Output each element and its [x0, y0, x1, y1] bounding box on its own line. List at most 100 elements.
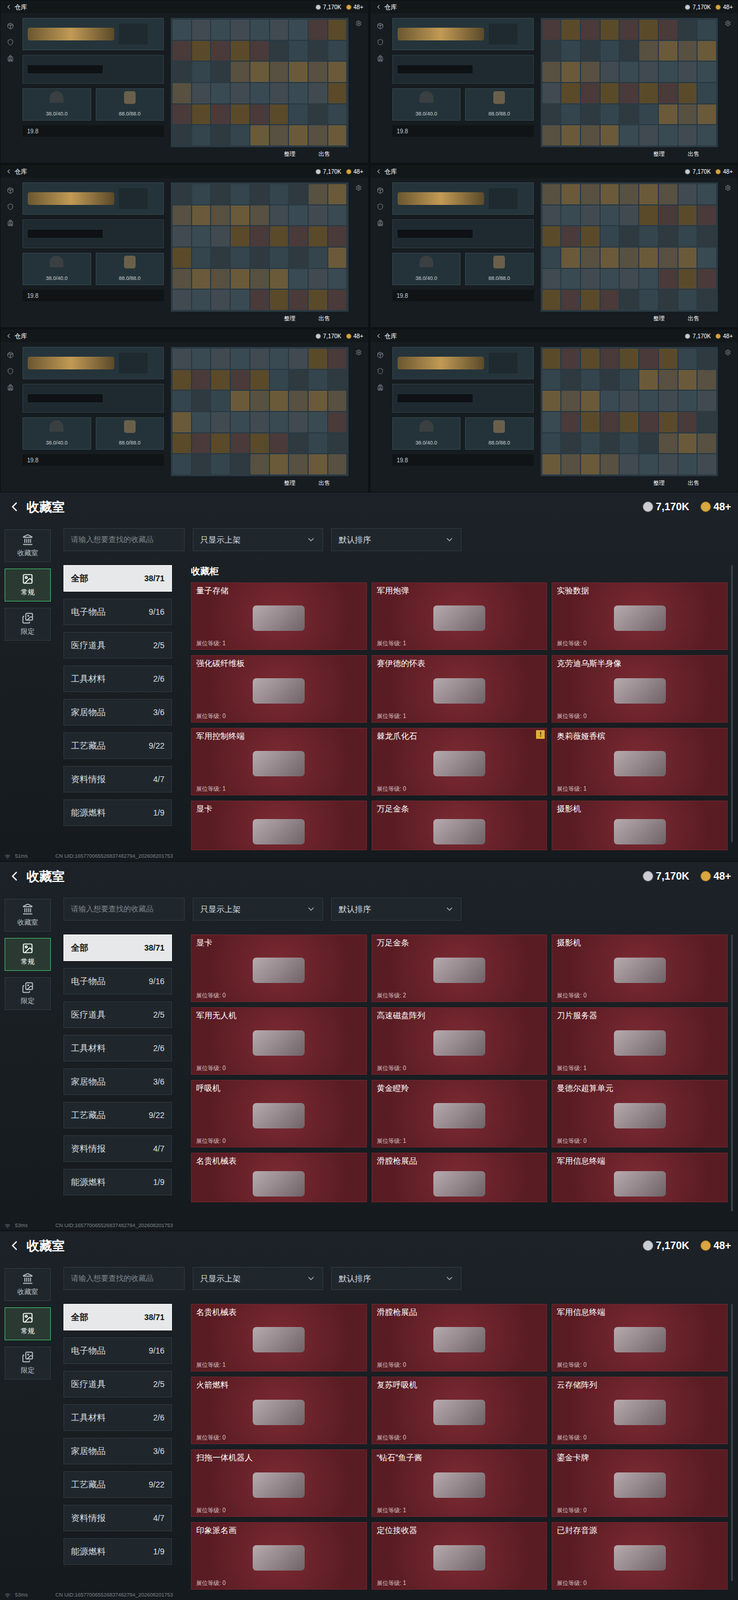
settings-icon[interactable]	[355, 349, 362, 356]
category-item[interactable]: 能源燃料1/9	[63, 1537, 172, 1565]
back-icon[interactable]	[375, 167, 382, 175]
collection-card[interactable]: 军用炮弹展位等级: 1	[371, 582, 548, 650]
settings-icon[interactable]	[724, 20, 732, 27]
category-item[interactable]: 工具材料2/6	[63, 1403, 172, 1431]
collection-card[interactable]: 刀片服务器展位等级: 1	[551, 1006, 728, 1075]
filter-dropdown[interactable]: 只显示上架	[192, 527, 324, 552]
backpack-icon[interactable]	[6, 54, 14, 62]
search-field[interactable]: 请输入想要查找的收藏品	[63, 527, 185, 552]
category-item[interactable]: 资料情报4/7	[63, 1134, 172, 1162]
side-nav-item[interactable]: 限定	[4, 607, 51, 641]
back-icon[interactable]	[375, 332, 382, 340]
collection-card[interactable]: 滑膛枪展品展位等级: 0	[371, 1303, 548, 1371]
side-nav-item[interactable]: 收藏室	[4, 1267, 51, 1301]
category-item[interactable]: 家居物品3/6	[63, 1068, 172, 1095]
category-item[interactable]: 全部38/71	[63, 934, 172, 961]
warehouse-button[interactable]: 出售	[683, 149, 704, 159]
collection-card[interactable]: 已封存音源展位等级: 0	[551, 1521, 728, 1590]
back-icon[interactable]	[375, 3, 382, 11]
warehouse-button[interactable]: 出售	[683, 313, 704, 323]
shield-icon[interactable]	[6, 203, 14, 211]
search-field[interactable]: 请输入想要查找的收藏品	[63, 1266, 185, 1290]
settings-icon[interactable]	[355, 20, 362, 27]
package-icon[interactable]	[6, 22, 14, 30]
filter-dropdown[interactable]: 默认排序	[331, 527, 462, 552]
back-icon[interactable]	[6, 499, 22, 515]
category-item[interactable]: 能源燃料1/9	[63, 1168, 172, 1195]
warehouse-button[interactable]: 整理	[648, 149, 670, 159]
category-item[interactable]: 电子物品9/16	[63, 967, 172, 995]
collection-card[interactable]: 摄影机展位等级: 0	[551, 934, 728, 1002]
collection-card[interactable]: 军用控制终端展位等级: 1	[190, 727, 367, 796]
category-item[interactable]: 资料情报4/7	[63, 765, 172, 793]
backpack-icon[interactable]	[6, 219, 14, 227]
filter-dropdown[interactable]: 只显示上架	[192, 897, 324, 921]
filter-dropdown[interactable]: 只显示上架	[192, 1266, 324, 1290]
package-icon[interactable]	[376, 186, 384, 194]
category-item[interactable]: 能源燃料1/9	[63, 799, 172, 826]
collection-card[interactable]: 鎏金卡牌展位等级: 0	[551, 1448, 728, 1517]
package-icon[interactable]	[6, 351, 14, 359]
settings-icon[interactable]	[724, 349, 732, 356]
collection-card[interactable]: 万足金条展位等级: 2	[371, 934, 548, 1002]
category-item[interactable]: 家居物品3/6	[63, 698, 172, 726]
collection-card[interactable]: 奥莉薇娅香槟展位等级: 1	[551, 727, 728, 796]
collection-card[interactable]: 棘龙爪化石展位等级: 0!	[371, 727, 548, 796]
collection-card[interactable]: 呼吸机展位等级: 0	[190, 1079, 367, 1148]
category-item[interactable]: 工艺藏品9/22	[63, 1470, 172, 1498]
shield-icon[interactable]	[376, 367, 384, 375]
side-nav-item[interactable]: 限定	[4, 1346, 51, 1380]
settings-icon[interactable]	[724, 184, 732, 191]
category-item[interactable]: 工具材料2/6	[63, 665, 172, 692]
filter-dropdown[interactable]: 默认排序	[331, 1266, 462, 1290]
settings-icon[interactable]	[355, 184, 362, 191]
side-nav-item[interactable]: 常规	[4, 568, 51, 602]
warehouse-button[interactable]: 出售	[313, 149, 335, 159]
shield-icon[interactable]	[376, 203, 384, 211]
category-item[interactable]: 工具材料2/6	[63, 1034, 172, 1062]
collection-card[interactable]: 名贵机械表	[190, 1152, 367, 1202]
collection-card[interactable]: 克劳迪乌斯半身像展位等级: 0	[551, 654, 728, 723]
collection-card[interactable]: 定位接收器展位等级: 1	[371, 1521, 548, 1590]
package-icon[interactable]	[376, 351, 384, 359]
scrollbar[interactable]	[731, 934, 733, 1212]
collection-card[interactable]: 印象派名画展位等级: 0	[190, 1521, 367, 1590]
collection-card[interactable]: 名贵机械表展位等级: 1	[190, 1303, 367, 1371]
side-nav-item[interactable]: 常规	[4, 1306, 51, 1340]
backpack-icon[interactable]	[376, 219, 384, 227]
package-icon[interactable]	[6, 186, 14, 194]
category-item[interactable]: 家居物品3/6	[63, 1437, 172, 1464]
warehouse-button[interactable]: 整理	[279, 149, 301, 159]
scrollbar[interactable]	[731, 564, 733, 842]
collection-card[interactable]: 实验数据展位等级: 0	[551, 582, 728, 650]
collection-card[interactable]: 显卡	[190, 800, 367, 850]
search-field[interactable]: 请输入想要查找的收藏品	[63, 897, 185, 921]
category-item[interactable]: 全部38/71	[63, 1303, 172, 1331]
category-item[interactable]: 全部38/71	[63, 564, 172, 592]
shield-icon[interactable]	[6, 367, 14, 375]
warehouse-button[interactable]: 整理	[648, 313, 670, 323]
collection-card[interactable]: 火箭燃料展位等级: 0	[190, 1376, 367, 1444]
category-item[interactable]: 工艺藏品9/22	[63, 1101, 172, 1129]
shield-icon[interactable]	[6, 38, 14, 46]
category-item[interactable]: 电子物品9/16	[63, 598, 172, 625]
side-nav-item[interactable]: 常规	[4, 937, 51, 971]
collection-card[interactable]: 摄影机	[551, 800, 728, 850]
collection-card[interactable]: 高速磁盘阵列展位等级: 0	[371, 1006, 548, 1075]
back-icon[interactable]	[5, 167, 13, 175]
warehouse-button[interactable]: 出售	[313, 478, 335, 487]
shield-icon[interactable]	[376, 38, 384, 46]
scrollbar[interactable]	[731, 1303, 733, 1581]
back-icon[interactable]	[5, 3, 13, 11]
warehouse-button[interactable]: 整理	[279, 313, 301, 323]
side-nav-item[interactable]: 限定	[4, 976, 51, 1010]
category-item[interactable]: 电子物品9/16	[63, 1336, 172, 1364]
collection-card[interactable]: 军用信息终端	[551, 1152, 728, 1202]
back-icon[interactable]	[6, 868, 22, 884]
collection-card[interactable]: 军用信息终端展位等级: 0	[551, 1303, 728, 1371]
filter-dropdown[interactable]: 默认排序	[331, 897, 462, 921]
collection-card[interactable]: “钻石”鱼子酱展位等级: 1	[371, 1448, 548, 1517]
collection-card[interactable]: 黄金瞪羚展位等级: 1	[371, 1079, 548, 1148]
collection-card[interactable]: 曼德尔超算单元展位等级: 0	[551, 1079, 728, 1148]
category-item[interactable]: 医疗道具2/5	[63, 1001, 172, 1028]
